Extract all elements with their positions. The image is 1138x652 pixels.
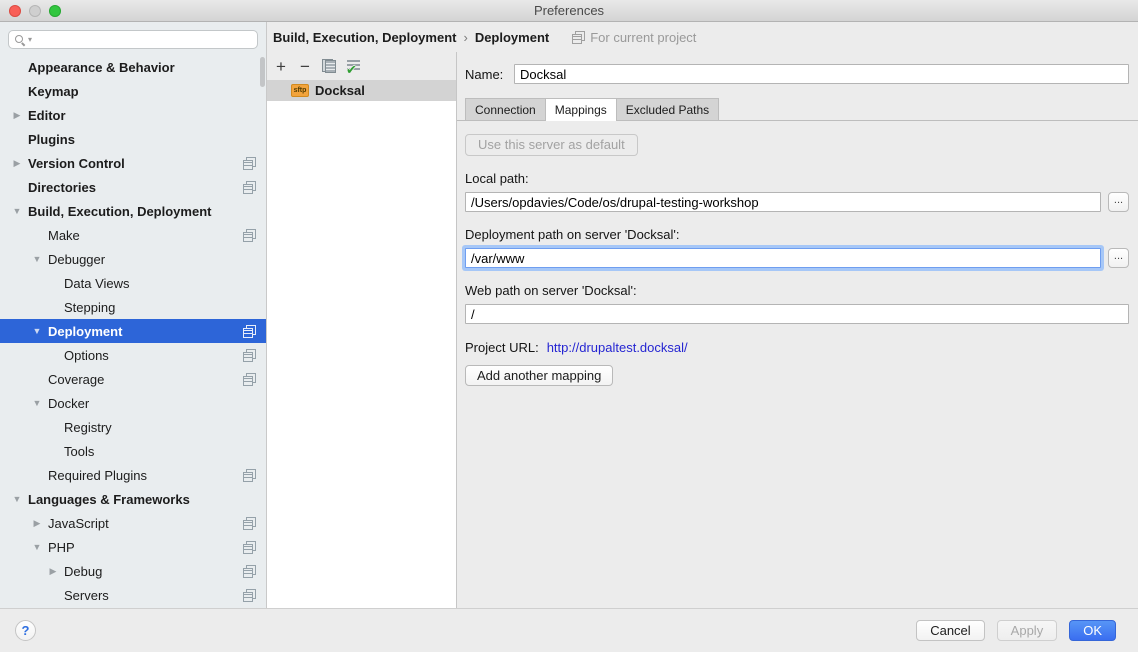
current-project-icon xyxy=(572,31,585,44)
zoom-button[interactable] xyxy=(49,5,61,17)
deployment-path-label: Deployment path on server 'Docksal': xyxy=(465,227,1129,242)
add-mapping-button[interactable]: Add another mapping xyxy=(465,365,613,386)
chevron-down-icon[interactable]: ▼ xyxy=(28,398,46,408)
footer: ? Cancel Apply OK xyxy=(0,608,1138,652)
project-url-label: Project URL: xyxy=(465,340,539,355)
settings-search[interactable]: ▾ xyxy=(8,30,258,49)
sidebar-item-version-control[interactable]: ▶ Version Control xyxy=(0,151,266,175)
server-row-docksal[interactable]: sftp Docksal xyxy=(267,80,456,101)
current-project-icon xyxy=(243,349,256,362)
deployment-path-input[interactable] xyxy=(465,248,1101,268)
local-path-browse-button[interactable]: ... xyxy=(1108,192,1129,212)
use-default-button[interactable]: Use this server as default xyxy=(465,134,638,156)
close-button[interactable] xyxy=(9,5,21,17)
local-path-label: Local path: xyxy=(465,171,1129,186)
chevron-down-icon[interactable]: ▼ xyxy=(28,542,46,552)
sidebar-item-stepping[interactable]: Stepping xyxy=(0,295,266,319)
name-input[interactable] xyxy=(514,64,1129,84)
chevron-down-icon[interactable]: ▼ xyxy=(28,326,46,336)
search-icon xyxy=(14,33,27,46)
titlebar[interactable]: Preferences xyxy=(0,0,1138,22)
server-name: Docksal xyxy=(315,83,365,98)
sidebar-item-options[interactable]: Options xyxy=(0,343,266,367)
sidebar-item-registry[interactable]: Registry xyxy=(0,415,266,439)
current-project-icon xyxy=(243,565,256,578)
current-project-icon xyxy=(243,469,256,482)
project-url-link[interactable]: http://drupaltest.docksal/ xyxy=(547,340,688,355)
sidebar-item-debug[interactable]: ▶ Debug xyxy=(0,559,266,583)
sidebar-item-plugins[interactable]: Plugins xyxy=(0,127,266,151)
chevron-down-icon[interactable]: ▼ xyxy=(8,494,26,504)
current-project-icon xyxy=(243,325,256,338)
chevron-right-icon[interactable]: ▶ xyxy=(8,110,26,121)
deployment-path-browse-button[interactable]: ... xyxy=(1108,248,1129,268)
sidebar-item-deployment[interactable]: ▼ Deployment xyxy=(0,319,266,343)
settings-tree: Appearance & Behavior Keymap ▶ Editor Pl… xyxy=(0,55,266,607)
window-title: Preferences xyxy=(534,3,604,18)
chevron-down-icon[interactable]: ▼ xyxy=(28,254,46,264)
local-path-input[interactable] xyxy=(465,192,1101,212)
chevron-right-icon[interactable]: ▶ xyxy=(28,518,46,529)
search-input[interactable] xyxy=(33,33,252,47)
deployment-form: Name: ConnectionMappingsExcluded Paths U… xyxy=(457,52,1138,608)
sidebar-item-appearance-behavior[interactable]: Appearance & Behavior xyxy=(0,55,266,79)
server-toolbar: + − ✔ xyxy=(267,52,456,80)
copy-server-icon[interactable] xyxy=(322,59,336,73)
sidebar-item-docker[interactable]: ▼ Docker xyxy=(0,391,266,415)
current-project-icon xyxy=(243,589,256,602)
sidebar-item-directories[interactable]: Directories xyxy=(0,175,266,199)
sidebar-item-servers[interactable]: Servers xyxy=(0,583,266,607)
server-list-panel: + − ✔ sftp Docksal xyxy=(267,52,457,608)
name-label: Name: xyxy=(465,67,514,82)
sidebar-item-make[interactable]: Make xyxy=(0,223,266,247)
cancel-button[interactable]: Cancel xyxy=(916,620,984,641)
ok-button[interactable]: OK xyxy=(1069,620,1116,641)
sidebar-item-php[interactable]: ▼ PHP xyxy=(0,535,266,559)
search-options-caret-icon[interactable]: ▾ xyxy=(28,36,32,44)
settings-sidebar: ▾ Appearance & Behavior Keymap ▶ Editor … xyxy=(0,22,267,608)
sidebar-item-build-execution-deployment[interactable]: ▼ Build, Execution, Deployment xyxy=(0,199,266,223)
scope-label: For current project xyxy=(590,30,696,45)
sidebar-item-keymap[interactable]: Keymap xyxy=(0,79,266,103)
current-project-icon xyxy=(243,181,256,194)
current-project-icon xyxy=(243,373,256,386)
chevron-right-icon[interactable]: ▶ xyxy=(8,158,26,169)
scope-indicator: For current project xyxy=(572,30,696,45)
current-project-icon xyxy=(243,157,256,170)
tab-connection[interactable]: Connection xyxy=(465,98,546,120)
apply-button[interactable]: Apply xyxy=(997,620,1058,641)
sidebar-item-debugger[interactable]: ▼ Debugger xyxy=(0,247,266,271)
breadcrumb-parent[interactable]: Build, Execution, Deployment xyxy=(273,30,456,45)
help-button[interactable]: ? xyxy=(15,620,36,641)
remove-server-button[interactable]: − xyxy=(298,58,312,75)
tab-mappings[interactable]: Mappings xyxy=(545,98,617,120)
sidebar-item-editor[interactable]: ▶ Editor xyxy=(0,103,266,127)
sidebar-scrollbar[interactable] xyxy=(260,57,265,87)
preferences-window: Preferences ▾ Appearance & Behavior Keym… xyxy=(0,0,1138,652)
current-project-icon xyxy=(243,517,256,530)
minimize-button[interactable] xyxy=(29,5,41,17)
chevron-right-icon[interactable]: ▶ xyxy=(44,566,62,577)
sidebar-item-languages-frameworks[interactable]: ▼ Languages & Frameworks xyxy=(0,487,266,511)
breadcrumb: Build, Execution, Deployment › Deploymen… xyxy=(267,22,1138,52)
sidebar-item-coverage[interactable]: Coverage xyxy=(0,367,266,391)
sidebar-item-data-views[interactable]: Data Views xyxy=(0,271,266,295)
use-as-default-icon[interactable]: ✔ xyxy=(346,59,361,73)
server-list[interactable]: sftp Docksal xyxy=(267,80,456,608)
breadcrumb-current: Deployment xyxy=(475,30,549,45)
sidebar-item-javascript[interactable]: ▶ JavaScript xyxy=(0,511,266,535)
add-server-button[interactable]: + xyxy=(274,58,288,75)
breadcrumb-separator: › xyxy=(463,30,467,45)
web-path-input[interactable] xyxy=(465,304,1129,324)
web-path-label: Web path on server 'Docksal': xyxy=(465,283,1129,298)
server-tabs: ConnectionMappingsExcluded Paths xyxy=(457,98,1138,121)
sftp-icon: sftp xyxy=(291,84,309,97)
sidebar-item-tools[interactable]: Tools xyxy=(0,439,266,463)
tab-excluded-paths[interactable]: Excluded Paths xyxy=(616,98,719,120)
current-project-icon xyxy=(243,541,256,554)
current-project-icon xyxy=(243,229,256,242)
sidebar-item-required-plugins[interactable]: Required Plugins xyxy=(0,463,266,487)
chevron-down-icon[interactable]: ▼ xyxy=(8,206,26,216)
